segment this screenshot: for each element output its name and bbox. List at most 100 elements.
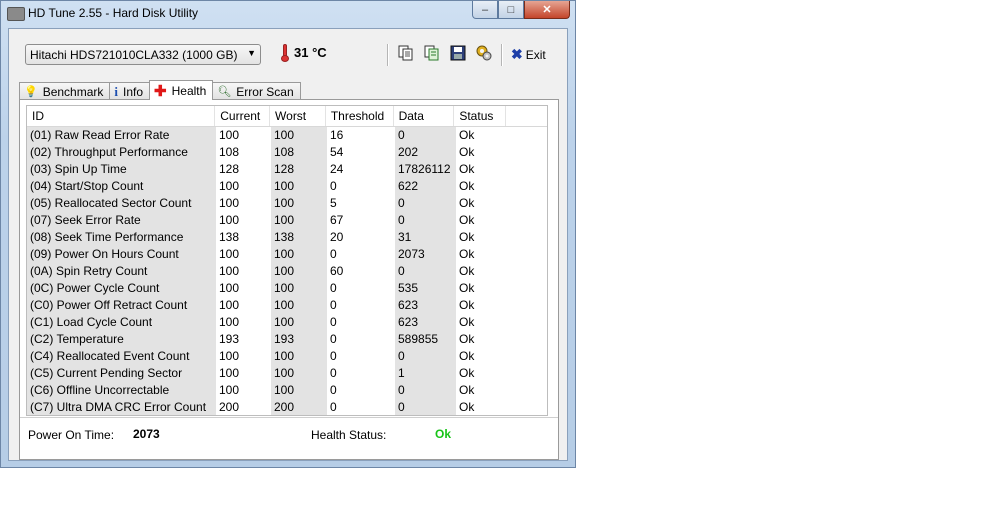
cell-id: (0C) Power Cycle Count — [27, 280, 216, 297]
health-status-value: Ok — [435, 427, 452, 441]
tab-health[interactable]: ✚ Health — [149, 80, 214, 100]
drive-select[interactable]: Hitachi HDS721010CLA332 (1000 GB) ▼ — [25, 44, 261, 65]
cell-data: 202 — [395, 144, 456, 161]
cell-data: 1 — [395, 365, 456, 382]
temperature-value: 31 °C — [294, 45, 327, 60]
title-bar[interactable]: HD Tune 2.55 - Hard Disk Utility – □ ✕ — [1, 1, 575, 27]
cell-current: 100 — [216, 212, 271, 229]
drive-select-value: Hitachi HDS721010CLA332 (1000 GB) — [30, 48, 238, 62]
table-row[interactable]: (01) Raw Read Error Rate 100 100 16 0 Ok — [27, 127, 547, 144]
table-row[interactable]: (C6) Offline Uncorrectable 100 100 0 0 Ok — [27, 382, 547, 399]
cell-worst: 200 — [271, 399, 327, 415]
cell-id: (08) Seek Time Performance — [27, 229, 216, 246]
cell-worst: 193 — [271, 331, 327, 348]
cell-data: 589855 — [395, 331, 456, 348]
table-row[interactable]: (C4) Reallocated Event Count 100 100 0 0 Ok — [27, 348, 547, 365]
cell-threshold: 0 — [327, 382, 395, 399]
status-footer: Power On Time: 2073 Health Status: Ok — [20, 417, 558, 459]
cell-data: 2073 — [395, 246, 456, 263]
smart-table[interactable]: ID Current Worst Threshold Data Status (… — [26, 105, 548, 416]
minimize-button[interactable]: – — [472, 1, 498, 19]
app-icon — [7, 7, 25, 21]
window-title: HD Tune 2.55 - Hard Disk Utility — [28, 6, 199, 20]
exit-button[interactable]: ✖ Exit — [511, 46, 546, 63]
cell-status: Ok — [456, 280, 508, 297]
cell-worst: 100 — [271, 212, 327, 229]
tab-benchmark[interactable]: 💡 Benchmark — [19, 82, 111, 100]
table-row[interactable]: (C0) Power Off Retract Count 100 100 0 623 Ok — [27, 297, 547, 314]
cell-id: (07) Seek Error Rate — [27, 212, 216, 229]
cell-worst: 100 — [271, 365, 327, 382]
table-row[interactable]: (C2) Temperature 193 193 0 589855 Ok — [27, 331, 547, 348]
cell-status: Ok — [456, 297, 508, 314]
health-icon: ✚ — [154, 82, 167, 100]
thermometer-icon — [281, 44, 289, 62]
column-header-threshold[interactable]: Threshold — [326, 106, 394, 126]
tab-error-scan[interactable]: 🔍︎ Error Scan — [212, 82, 301, 100]
cell-data: 622 — [395, 178, 456, 195]
cell-current: 100 — [216, 178, 271, 195]
cell-data: 0 — [395, 127, 456, 144]
table-row[interactable]: (05) Reallocated Sector Count 100 100 5 0 Ok — [27, 195, 547, 212]
table-row[interactable]: (08) Seek Time Performance 138 138 20 31 Ok — [27, 229, 547, 246]
cell-current: 193 — [216, 331, 271, 348]
column-header-current[interactable]: Current — [215, 106, 271, 126]
table-row[interactable]: (C7) Ultra DMA CRC Error Count 200 200 0 0 Ok — [27, 399, 547, 415]
table-row[interactable]: (03) Spin Up Time 128 128 24 17826112 Ok — [27, 161, 547, 178]
table-row[interactable]: (07) Seek Error Rate 100 100 67 0 Ok — [27, 212, 547, 229]
cell-current: 100 — [216, 365, 271, 382]
cell-threshold: 16 — [327, 127, 395, 144]
table-row[interactable]: (0A) Spin Retry Count 100 100 60 0 Ok — [27, 263, 547, 280]
health-status-label: Health Status: — [311, 428, 387, 442]
cell-current: 200 — [216, 399, 271, 415]
toolbar-icons — [387, 44, 511, 66]
cell-status: Ok — [456, 195, 508, 212]
save-icon[interactable] — [449, 44, 467, 62]
error-scan-icon: 🔍︎ — [217, 86, 232, 98]
chevron-down-icon: ▼ — [247, 48, 256, 58]
cell-status: Ok — [456, 331, 508, 348]
copy-all-icon[interactable] — [423, 44, 441, 62]
cell-status: Ok — [456, 365, 508, 382]
table-row[interactable]: (0C) Power Cycle Count 100 100 0 535 Ok — [27, 280, 547, 297]
table-row[interactable]: (C1) Load Cycle Count 100 100 0 623 Ok — [27, 314, 547, 331]
copy-icon[interactable] — [397, 44, 415, 62]
options-icon[interactable] — [475, 44, 493, 62]
toolbar-separator — [501, 44, 503, 66]
benchmark-icon: 💡 — [24, 86, 38, 98]
cell-threshold: 0 — [327, 348, 395, 365]
column-header-data[interactable]: Data — [394, 106, 455, 126]
table-row[interactable]: (C5) Current Pending Sector 100 100 0 1 Ok — [27, 365, 547, 382]
cell-status: Ok — [456, 178, 508, 195]
column-header-status[interactable]: Status — [454, 106, 507, 126]
cell-data: 0 — [395, 195, 456, 212]
maximize-button[interactable]: □ — [498, 1, 524, 19]
cell-id: (05) Reallocated Sector Count — [27, 195, 216, 212]
cell-threshold: 54 — [327, 144, 395, 161]
table-row[interactable]: (02) Throughput Performance 108 108 54 202 Ok — [27, 144, 547, 161]
cell-current: 138 — [216, 229, 271, 246]
tab-label: Health — [171, 83, 207, 98]
cell-status: Ok — [456, 263, 508, 280]
cell-current: 100 — [216, 263, 271, 280]
cell-threshold: 20 — [327, 229, 395, 246]
cell-threshold: 0 — [327, 178, 395, 195]
client-area: Hitachi HDS721010CLA332 (1000 GB) ▼ 31 °… — [8, 28, 568, 461]
table-row[interactable]: (09) Power On Hours Count 100 100 0 2073 Ok — [27, 246, 547, 263]
close-icon: ✖ — [511, 46, 523, 62]
health-panel: ID Current Worst Threshold Data Status (… — [19, 99, 559, 460]
cell-id: (C0) Power Off Retract Count — [27, 297, 216, 314]
column-header-id[interactable]: ID — [27, 106, 216, 126]
temperature-display: 31 °C — [281, 44, 327, 62]
power-on-time-value: 2073 — [133, 427, 160, 441]
column-header-worst[interactable]: Worst — [270, 106, 326, 126]
column-header-filler — [506, 106, 547, 126]
cell-threshold: 0 — [327, 280, 395, 297]
cell-current: 128 — [216, 161, 271, 178]
tab-info[interactable]: i Info — [109, 82, 151, 100]
table-row[interactable]: (04) Start/Stop Count 100 100 0 622 Ok — [27, 178, 547, 195]
divider — [20, 417, 558, 418]
close-button[interactable]: ✕ — [524, 1, 570, 19]
info-icon: i — [114, 83, 119, 99]
cell-threshold: 0 — [327, 331, 395, 348]
